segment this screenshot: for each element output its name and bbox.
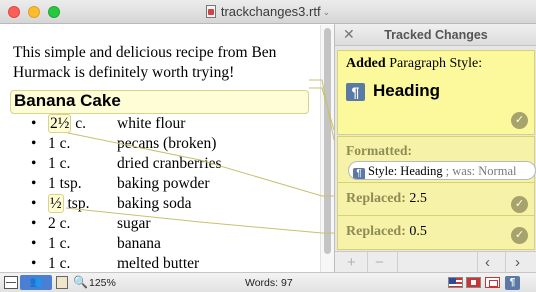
ingredient-quantity: 1 c.	[48, 255, 71, 272]
change-kind: Replaced:	[346, 224, 406, 239]
ingredient-quantity: ½ tsp.	[48, 194, 89, 214]
language-flag-icon-2[interactable]	[485, 277, 500, 288]
style-name: Heading	[373, 81, 441, 100]
bullet: •	[31, 175, 37, 192]
panel-title: Tracked Changes	[384, 28, 488, 42]
ingredient-name: banana	[117, 235, 161, 252]
ingredient-name: dried cranberries	[117, 155, 222, 172]
style-was-text: ; was: Normal	[445, 164, 517, 178]
accept-change-icon[interactable]: ✓	[511, 112, 528, 129]
ingredient-name: pecans (broken)	[117, 135, 217, 152]
language-flag-icon[interactable]	[466, 277, 481, 288]
change-kind: Formatted:	[346, 143, 412, 158]
status-bar: 👥 🔍 125% Words: 97 ¶	[0, 272, 536, 292]
replaced-value: 0.5	[405, 224, 427, 239]
ingredient-name: baking powder	[117, 175, 210, 192]
paragraph-style-icon: ¶	[346, 83, 365, 101]
clipboard-icon[interactable]	[56, 276, 68, 289]
change-kind: Replaced:	[346, 191, 406, 206]
bullet: •	[31, 155, 37, 172]
bullet: •	[31, 215, 37, 232]
change-card-added-style[interactable]: Added Paragraph Style: ¶ Heading ✓	[337, 50, 535, 135]
us-flag-icon[interactable]	[448, 277, 463, 288]
change-detail: Paragraph Style:	[385, 56, 483, 71]
divider	[367, 252, 368, 273]
bullet: •	[31, 255, 37, 272]
ingredient-name: melted butter	[117, 255, 200, 272]
ingredient-quantity: 1 tsp.	[48, 175, 82, 192]
panel-footer: + − ‹ ›	[335, 251, 536, 273]
change-description: Replaced: 2.5	[346, 191, 427, 207]
document-window: trackchanges3.rtf ⌄ This simple and delic…	[0, 0, 536, 292]
change-card-replaced-2[interactable]: Replaced: 0.5 ✓	[337, 215, 535, 250]
document-editor[interactable]: This simple and delicious recipe from Be…	[0, 25, 320, 272]
change-card-replaced-1[interactable]: Replaced: 2.5 ✓	[337, 182, 535, 219]
recipe-heading: Banana Cake	[14, 91, 121, 110]
bullet: •	[31, 115, 37, 132]
intro-line-1: This simple and delicious recipe from Be…	[13, 44, 277, 61]
replaced-text-marker[interactable]: 2½	[48, 114, 72, 133]
ingredient-name: sugar	[117, 215, 151, 232]
bullet: •	[31, 135, 37, 152]
remove-change-button[interactable]: −	[375, 254, 384, 271]
change-kind: Added	[346, 56, 386, 71]
window-title-text: trackchanges3.rtf	[220, 4, 321, 19]
rtf-file-icon	[205, 5, 216, 18]
pilcrow-icon[interactable]: ¶	[505, 276, 520, 290]
replaced-text-marker[interactable]: ½	[48, 194, 64, 213]
intro-paragraph: This simple and delicious recipe from Be…	[13, 43, 313, 83]
zoom-level[interactable]: 125%	[89, 277, 116, 289]
intro-line-2: Hurmack is definitely worth trying!	[13, 64, 235, 81]
track-changes-icon[interactable]: 👥	[20, 275, 52, 290]
ingredient-name: baking soda	[117, 195, 192, 212]
divider	[477, 252, 478, 273]
ingredient-quantity: 2½ c.	[48, 114, 86, 134]
page-layout-icon[interactable]	[4, 276, 18, 289]
panel-header: ✕ Tracked Changes	[335, 24, 536, 46]
quantity-unit: tsp.	[63, 195, 90, 212]
paragraph-style-icon: ¶	[353, 168, 365, 179]
chevron-down-icon: ⌄	[322, 7, 331, 17]
ingredient-quantity: 1 c.	[48, 135, 71, 152]
word-count: Words: 97	[245, 277, 293, 289]
zoom-icon[interactable]: 🔍	[73, 275, 88, 289]
style-change-text: Style: Heading	[368, 164, 443, 178]
accept-change-icon[interactable]: ✓	[511, 227, 528, 244]
title-bar: trackchanges3.rtf ⌄	[0, 0, 536, 24]
quantity-unit: c.	[71, 115, 87, 132]
tracked-changes-panel: ✕ Tracked Changes Added Paragraph Style:…	[334, 24, 536, 273]
bullet: •	[31, 235, 37, 252]
ingredient-quantity: 1 c.	[48, 155, 71, 172]
ingredient-quantity: 2 c.	[48, 215, 71, 232]
add-change-button[interactable]: +	[347, 254, 356, 271]
divider	[505, 252, 506, 273]
replaced-value: 2.5	[405, 191, 427, 206]
editor-scrollbar[interactable]	[320, 25, 334, 272]
window-title[interactable]: trackchanges3.rtf ⌄	[0, 4, 536, 19]
change-description: Added Paragraph Style:	[346, 56, 482, 72]
bullet: •	[31, 195, 37, 212]
change-description: Replaced: 0.5	[346, 224, 427, 240]
divider	[397, 252, 398, 273]
next-change-button[interactable]: ›	[515, 254, 520, 271]
scrollbar-thumb[interactable]	[324, 28, 331, 254]
accept-change-icon[interactable]: ✓	[511, 196, 528, 213]
ingredient-name: white flour	[117, 115, 186, 132]
ingredient-quantity: 1 c.	[48, 235, 71, 252]
previous-change-button[interactable]: ‹	[485, 254, 490, 271]
style-change-pill: ¶ Style: Heading; was: Normal	[348, 161, 536, 180]
